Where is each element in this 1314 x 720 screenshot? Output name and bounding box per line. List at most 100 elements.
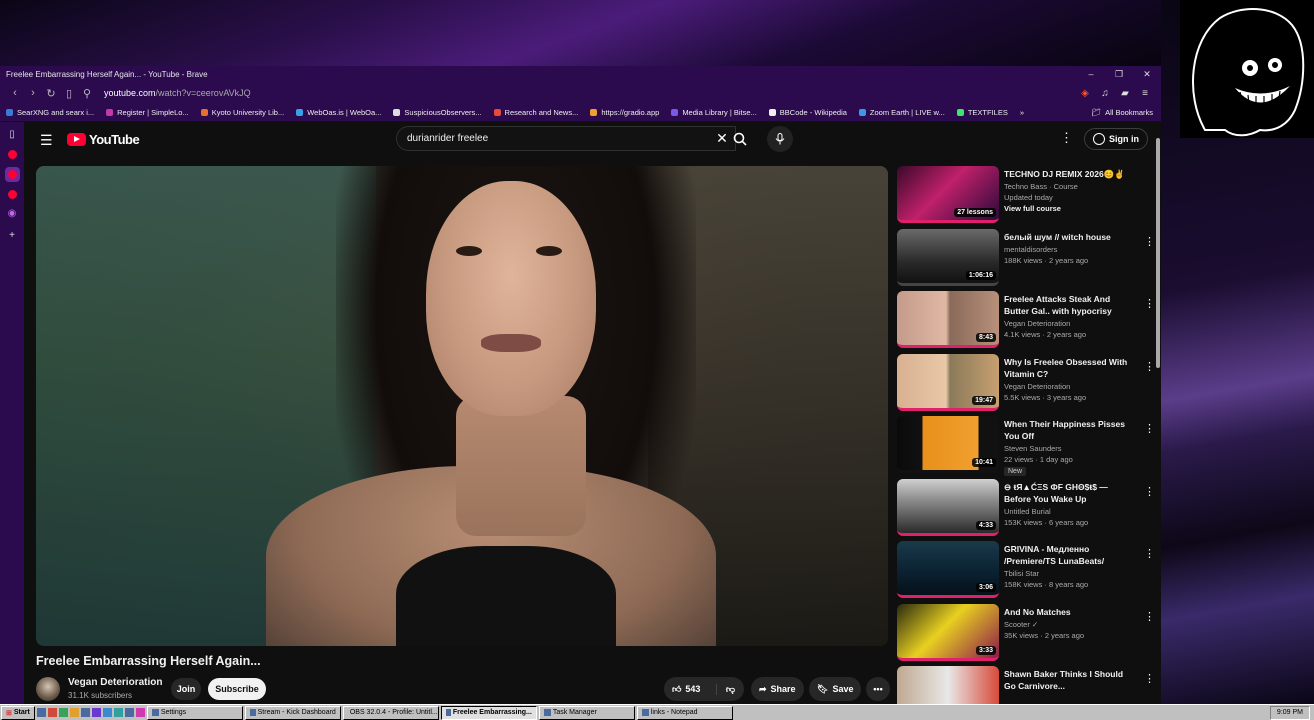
bookmark-item[interactable]: SuspiciousObservers...	[393, 108, 482, 117]
recommendation-item[interactable]: 27 lessons TECHNO DJ REMIX 2026😊✌ Techno B…	[897, 166, 1159, 224]
duration-badge: 1:06:16	[965, 270, 996, 280]
recommendation-item[interactable]: 1:06:16 белый шум // witch house mentaldis…	[897, 228, 1159, 287]
recommendation-thumbnail[interactable]: 4:33	[897, 478, 999, 536]
all-bookmarks-folder[interactable]: 📁︎ All Bookmarks	[1092, 108, 1153, 117]
taskbar-task-button[interactable]: links - Notepad	[636, 705, 733, 720]
sidebar-youtube-icon-2[interactable]	[7, 190, 17, 199]
url-host: youtube.com	[104, 88, 156, 98]
maximize-button[interactable]: ❐	[1105, 69, 1133, 80]
browser-menu-icon[interactable]: ≡	[1135, 88, 1155, 99]
bookmark-item[interactable]: Kyoto University Lib...	[200, 108, 284, 117]
recommendation-thumbnail[interactable]: 8:43	[897, 291, 999, 348]
more-options-icon[interactable]: ⋮	[1060, 130, 1073, 146]
recommendation-menu-icon[interactable]: ⋮	[1144, 610, 1155, 623]
hamburger-menu-icon[interactable]: ☰	[40, 132, 53, 149]
quicklaunch-icon[interactable]	[58, 708, 68, 717]
bookmark-item[interactable]: TEXTFILES	[956, 108, 1008, 117]
bookmark-item[interactable]: SearXNG and searx i...	[6, 108, 94, 117]
recommendation-item[interactable]: 3:06 GRIVINA - Медленно /Premiere/TS Luna…	[897, 541, 1159, 599]
sidebar-youtube-icon[interactable]	[7, 150, 17, 159]
recommendation-thumbnail[interactable]: 3:33	[897, 603, 999, 661]
quicklaunch-icon[interactable]	[80, 708, 90, 717]
bookmark-item[interactable]: BBCode - Wikipedia	[768, 108, 847, 117]
minimize-button[interactable]: –	[1077, 69, 1105, 79]
recommendation-title: Shawn Baker Thinks I Should Go Carnivore…	[1004, 669, 1124, 691]
recommendation-menu-icon[interactable]: ⋮	[1144, 422, 1155, 435]
sign-in-button[interactable]: Sign in	[1084, 128, 1148, 150]
channel-avatar[interactable]	[36, 677, 60, 701]
recommendation-thumbnail[interactable]: 10:41	[897, 416, 999, 473]
quicklaunch-icon[interactable]	[124, 708, 134, 717]
bookmark-item[interactable]: Research and News...	[493, 108, 578, 117]
search-input[interactable]: durianrider freelee ✕	[396, 126, 736, 151]
taskbar: ⊞ Start Settings Stream - Kick Dashboard OB…	[0, 704, 1314, 720]
quicklaunch-icon[interactable]	[91, 708, 101, 717]
taskbar-task-button[interactable]: Freelee Embarrassing...	[440, 705, 537, 720]
video-player[interactable]	[36, 166, 888, 646]
share-button[interactable]: ➦ Share	[751, 677, 804, 701]
quicklaunch-icon[interactable]	[102, 708, 112, 717]
bookmark-item[interactable]: Register | SimpleLo...	[106, 108, 189, 117]
bookmark-item[interactable]: https://gradio.app	[590, 108, 659, 117]
recommendation-menu-icon[interactable]: ⋮	[1144, 235, 1155, 248]
bookmark-favicon-icon	[6, 109, 13, 116]
sidebar-toggle-icon[interactable]: ▯	[5, 128, 19, 142]
join-button[interactable]: Join	[171, 678, 201, 700]
recommendation-menu-icon[interactable]: ⋮	[1144, 485, 1155, 498]
channel-name[interactable]: Vegan Deterioration	[68, 677, 162, 688]
like-button[interactable]: 👍︎ 543	[664, 684, 716, 695]
recommendation-item[interactable]: 8:43 Freelee Attacks Steak And Butter Gal…	[897, 291, 1159, 349]
start-button[interactable]: ⊞ Start	[1, 705, 35, 720]
forward-icon[interactable]: ›	[24, 87, 42, 99]
taskbar-task-button[interactable]: Stream - Kick Dashboard	[244, 705, 341, 720]
recommendation-item[interactable]: 4:33 ⊖ ŧЯ▲ĆΞS ФF GHΘ$ŧ$ — Before You Wake…	[897, 478, 1159, 537]
scrollbar-thumb[interactable]	[1156, 138, 1160, 368]
music-extension-icon[interactable]: ♫	[1095, 88, 1115, 99]
recommendation-channel: Vegan Deterioration	[1004, 319, 1071, 328]
sidebar-youtube-active-icon[interactable]	[4, 167, 20, 182]
more-actions-button[interactable]: •••	[866, 677, 890, 701]
reload-icon[interactable]: ↻	[42, 87, 60, 100]
recommendation-title: And No Matches	[1004, 606, 1071, 617]
recommendation-item[interactable]: 19:47 Why Is Freelee Obsessed With Vitami…	[897, 353, 1159, 412]
bookmark-favicon-icon	[858, 109, 866, 116]
subscribe-button[interactable]: Subscribe	[208, 678, 266, 700]
recommendation-thumbnail[interactable]: 27 lessons	[897, 166, 999, 223]
taskbar-task-button[interactable]: Settings	[146, 705, 243, 720]
dislike-button[interactable]: 👎︎	[716, 683, 744, 695]
site-settings-icon[interactable]: ⚲	[78, 87, 96, 100]
extension-icon[interactable]: ▰	[1115, 88, 1135, 99]
quicklaunch-icon[interactable]	[135, 708, 145, 717]
recommendation-thumbnail[interactable]: 1:06:16	[897, 228, 999, 286]
youtube-logo[interactable]: YouTube	[67, 132, 140, 147]
bookmark-item[interactable]: Media Library | Bitse...	[671, 108, 757, 117]
sidebar-add-icon[interactable]: +	[5, 229, 19, 243]
recommendation-menu-icon[interactable]: ⋮	[1144, 547, 1155, 560]
bookmark-item[interactable]: WebOas.is | WebOa...	[296, 108, 381, 117]
recommendation-menu-icon[interactable]: ⋮	[1144, 672, 1155, 685]
page-scrollbar[interactable]	[1155, 128, 1161, 700]
bookmarks-overflow-icon[interactable]: »	[1020, 108, 1024, 117]
brave-shields-icon[interactable]: ◈	[1075, 88, 1095, 99]
url-field[interactable]: youtube.com/watch?v=ceerovAVkJQ	[104, 88, 1075, 98]
recommendation-thumbnail[interactable]: 19:47	[897, 353, 999, 411]
search-button[interactable]	[724, 126, 756, 151]
bookmark-page-icon[interactable]: ▯	[60, 87, 78, 100]
taskbar-task-button[interactable]: OBS 32.0.4 - Profile: Untitl...	[342, 705, 439, 720]
close-window-button[interactable]: ✕	[1133, 69, 1161, 80]
quicklaunch-icon[interactable]	[69, 708, 79, 717]
back-icon[interactable]: ‹	[6, 87, 24, 99]
save-button[interactable]: 🔖︎ Save	[809, 677, 862, 701]
voice-search-button[interactable]	[767, 126, 793, 152]
bookmark-item[interactable]: Zoom Earth | LIVE w...	[858, 108, 945, 117]
recommendation-thumbnail[interactable]: 3:06	[897, 541, 999, 598]
recommendation-item[interactable]: 3:33 And No Matches Scooter ✓ 35K views · 2…	[897, 603, 1159, 662]
sidebar-target-icon[interactable]: ◉	[5, 207, 19, 221]
taskbar-task-button[interactable]: Task Manager	[538, 705, 635, 720]
recommendation-menu-icon[interactable]: ⋮	[1144, 297, 1155, 310]
recommendation-menu-icon[interactable]: ⋮	[1144, 360, 1155, 373]
quicklaunch-icon[interactable]	[36, 708, 46, 717]
recommendation-item[interactable]: 10:41 When Their Happiness Pisses You Off…	[897, 416, 1159, 476]
quicklaunch-icon[interactable]	[113, 708, 123, 717]
quicklaunch-icon[interactable]	[47, 708, 57, 717]
